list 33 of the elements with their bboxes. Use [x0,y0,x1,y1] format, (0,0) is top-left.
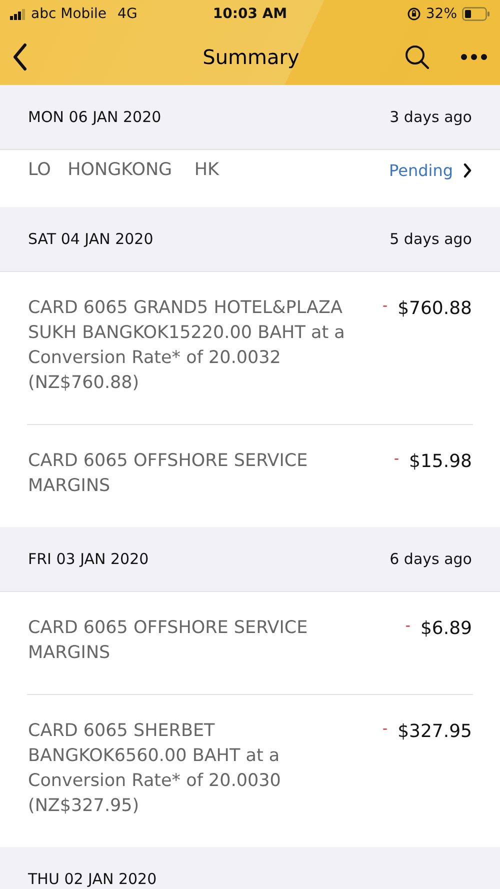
transaction-description: CARD 6065 SHERBET BANGKOK6560.00 BAHT at a Conversion Rate* of 20.0030 (NZ$327.95) [28,720,282,818]
days-ago-label: 5 days ago [390,230,472,248]
date-label: SAT 04 JAN 2020 [28,230,154,248]
minus-sign: - [382,720,388,739]
transaction-amount: $6.89 [420,617,472,641]
battery-percent: 32% [426,6,457,22]
carrier-name: abc Mobile [31,6,107,22]
transaction-description: CARD 6065 GRAND5 HOTEL&PLAZA SUKH BANGKOK15220.00 BAHT at a Conversion Rate* of 20.0032 (NZ$760.88) [28,297,346,395]
signal-icon [10,8,26,20]
transaction-amount: $327.95 [398,720,472,744]
days-ago-label: 3 days ago [390,108,472,126]
chevron-right-icon[interactable] [463,163,472,178]
transaction-description: CARD 6065 OFFSHORE SERVICE MARGINS [28,617,309,665]
more-button[interactable] [460,52,488,60]
transaction-amount: $760.88 [398,297,472,321]
pending-status: Pending [389,161,453,180]
rotation-lock-icon [406,7,421,21]
days-ago-label: 6 days ago [390,550,472,568]
clock-time: 10:03 AM [212,6,288,22]
date-label: THU 02 JAN 2020 [28,870,157,888]
transaction-description: LO HONGKONG HK [28,159,220,182]
minus-sign: - [382,297,388,316]
battery-icon [462,7,490,21]
network-type: 4G [118,6,138,22]
page-title: Summary [202,44,300,68]
back-button[interactable] [12,42,28,70]
transaction-amount: $15.98 [409,450,472,474]
minus-sign: - [405,617,410,636]
minus-sign: - [394,450,400,469]
date-label: FRI 03 JAN 2020 [28,550,149,568]
date-label: MON 06 JAN 2020 [28,108,162,126]
transaction-description: CARD 6065 OFFSHORE SERVICE MARGINS [28,450,309,498]
search-button[interactable] [404,44,430,70]
